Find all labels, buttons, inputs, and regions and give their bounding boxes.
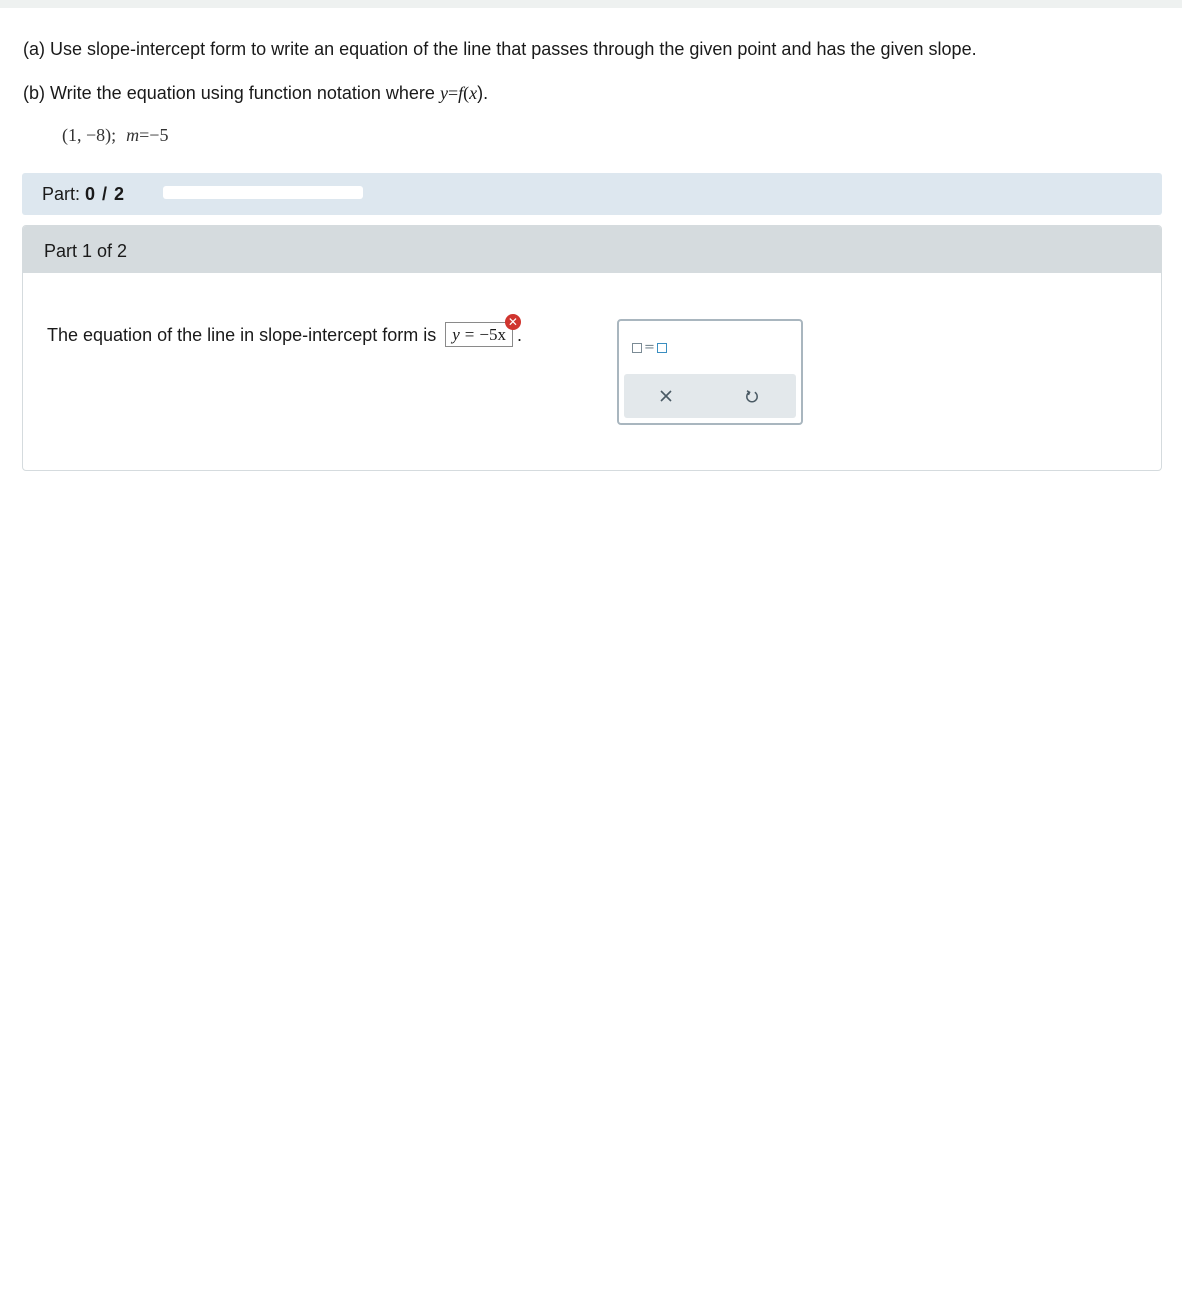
progress-label-text: Part: <box>42 184 81 204</box>
part-panel: Part 1 of 2 The equation of the line in … <box>22 225 1162 471</box>
part-progress-bar: Part: 0 / 2 <box>22 173 1162 215</box>
undo-icon <box>746 389 758 403</box>
function-notation-close: ). <box>477 83 489 103</box>
question-part-b: (b) Write the equation using function no… <box>23 82 488 104</box>
undo-button[interactable] <box>740 384 764 408</box>
progress-value: 0 / 2 <box>85 184 126 204</box>
clear-button[interactable] <box>654 384 678 408</box>
right-box-icon <box>656 342 667 353</box>
toolbox-actions <box>624 374 796 418</box>
incorrect-icon: ✕ <box>504 314 521 330</box>
answer-input[interactable]: y = −5x ✕ <box>445 314 521 347</box>
answer-value: −5x <box>479 325 506 344</box>
close-icon <box>660 390 672 402</box>
function-notation-x: x <box>469 83 478 103</box>
equals-icon: = <box>644 340 655 355</box>
given-point: (1, −8); <box>62 125 117 145</box>
equation-template-button[interactable]: = <box>632 341 667 354</box>
top-strip <box>0 0 1182 8</box>
given-slope: −5 <box>149 125 169 145</box>
answer-variable: y <box>452 325 460 344</box>
function-notation-equals: = <box>447 83 459 103</box>
question-part-a: (a) Use slope-intercept form to write an… <box>23 39 977 59</box>
answer-equals: = <box>464 325 475 344</box>
part-header: Part 1 of 2 <box>23 226 1161 273</box>
function-notation-y: y <box>439 83 448 103</box>
progress-label: Part: 0 / 2 <box>42 183 125 205</box>
question-part-b-text: (b) Write the equation using function no… <box>23 83 435 103</box>
left-box-icon <box>632 342 642 353</box>
part-header-label: Part 1 of 2 <box>44 241 128 261</box>
slope-equals: = <box>139 125 150 145</box>
answer-prompt: The equation of the line in slope-interc… <box>47 324 437 345</box>
answer-line: The equation of the line in slope-interc… <box>47 314 522 347</box>
slope-symbol: m <box>126 125 140 145</box>
progress-track <box>163 186 363 199</box>
given-values: (1, −8); m=−5 <box>62 124 168 146</box>
math-toolbox: = <box>617 319 803 425</box>
